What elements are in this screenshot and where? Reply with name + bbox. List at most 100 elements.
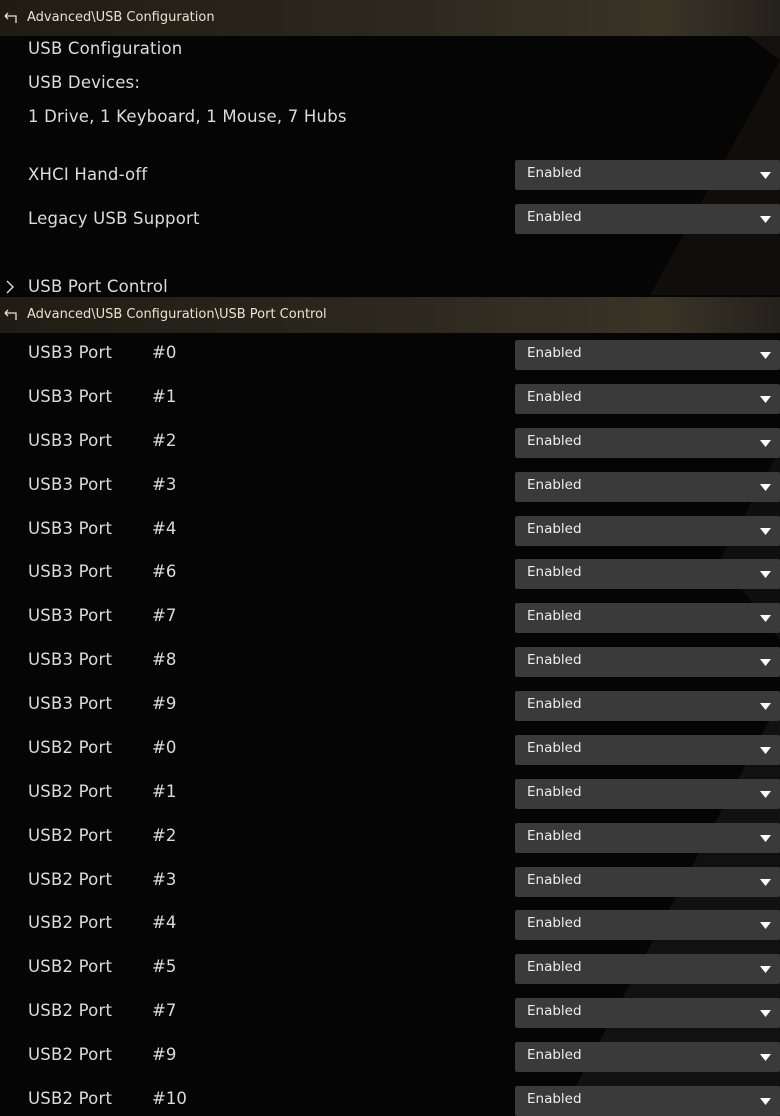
dropdown-value: Enabled bbox=[527, 564, 582, 581]
caret-down-icon bbox=[760, 659, 771, 667]
port-setting-dropdown[interactable]: Enabled bbox=[515, 647, 780, 678]
dropdown-value: Enabled bbox=[527, 871, 582, 888]
port-number-label: #5 bbox=[152, 957, 177, 977]
dropdown-value: Enabled bbox=[527, 739, 582, 756]
dropdown-value: Enabled bbox=[527, 209, 582, 225]
port-type-label: USB3 Port bbox=[28, 386, 113, 406]
port-setting-dropdown[interactable]: Enabled bbox=[515, 1042, 780, 1073]
caret-down-icon bbox=[760, 439, 771, 447]
port-setting-dropdown[interactable]: Enabled bbox=[515, 822, 780, 853]
port-number-label: #9 bbox=[152, 1045, 177, 1065]
port-number-label: #2 bbox=[152, 430, 177, 450]
port-type-label: USB2 Port bbox=[28, 825, 113, 845]
port-setting-dropdown[interactable]: Enabled bbox=[515, 866, 780, 897]
port-type-label: USB2 Port bbox=[28, 1045, 113, 1065]
caret-down-icon bbox=[760, 571, 771, 579]
caret-down-icon bbox=[760, 615, 771, 623]
port-setting-dropdown[interactable]: Enabled bbox=[515, 954, 780, 985]
port-type-label: USB2 Port bbox=[28, 957, 113, 977]
port-type-label: USB3 Port bbox=[28, 650, 113, 670]
port-number-label: #2 bbox=[152, 825, 177, 845]
legacy-usb-support-dropdown[interactable]: Enabled bbox=[515, 204, 780, 234]
dropdown-value: Enabled bbox=[527, 915, 582, 932]
port-setting-dropdown[interactable]: Enabled bbox=[515, 340, 780, 370]
breadcrumb: Advanced\USB Configuration bbox=[0, 0, 780, 36]
port-setting-dropdown[interactable]: Enabled bbox=[515, 778, 780, 809]
dropdown-value: Enabled bbox=[527, 608, 582, 625]
port-setting-dropdown[interactable]: Enabled bbox=[515, 910, 780, 941]
port-number-label: #10 bbox=[152, 1088, 187, 1108]
port-number-label: #1 bbox=[152, 781, 177, 801]
dropdown-value: Enabled bbox=[527, 1090, 582, 1107]
dropdown-value: Enabled bbox=[527, 1003, 582, 1020]
caret-down-icon bbox=[760, 1010, 771, 1018]
port-setting-dropdown[interactable]: Enabled bbox=[515, 691, 780, 722]
dropdown-value: Enabled bbox=[527, 652, 582, 669]
port-setting-dropdown[interactable]: Enabled bbox=[515, 515, 780, 546]
port-type-label: USB2 Port bbox=[28, 781, 113, 801]
caret-down-icon bbox=[760, 878, 771, 886]
usb-devices-label: USB Devices: bbox=[28, 73, 141, 92]
caret-down-icon bbox=[760, 172, 771, 179]
port-type-label: USB3 Port bbox=[28, 606, 113, 626]
caret-down-icon bbox=[760, 483, 771, 491]
port-type-label: USB3 Port bbox=[28, 430, 113, 450]
port-setting-dropdown[interactable]: Enabled bbox=[515, 383, 780, 414]
port-type-label: USB2 Port bbox=[28, 913, 113, 933]
breadcrumb: Advanced\USB Configuration\USB Port Cont… bbox=[0, 297, 780, 333]
caret-down-icon bbox=[760, 703, 771, 711]
caret-down-icon bbox=[760, 790, 771, 798]
port-setting-dropdown[interactable]: Enabled bbox=[515, 1085, 780, 1116]
setting-label-xhci-hand-off: XHCI Hand-off bbox=[28, 165, 148, 184]
back-arrow-icon[interactable] bbox=[2, 308, 18, 322]
usb-configuration-panel: Advanced\USB Configuration USB Configura… bbox=[0, 0, 780, 297]
port-number-label: #4 bbox=[152, 518, 177, 538]
port-type-label: USB3 Port bbox=[28, 474, 113, 494]
page-title: USB Configuration bbox=[28, 39, 183, 58]
breadcrumb-path: Advanced\USB Configuration\USB Port Cont… bbox=[27, 307, 327, 322]
port-setting-dropdown[interactable]: Enabled bbox=[515, 603, 780, 634]
dropdown-value: Enabled bbox=[527, 696, 582, 713]
caret-down-icon bbox=[760, 922, 771, 930]
port-setting-dropdown[interactable]: Enabled bbox=[515, 427, 780, 458]
breadcrumb-path: Advanced\USB Configuration bbox=[27, 10, 215, 25]
port-setting-dropdown[interactable]: Enabled bbox=[515, 734, 780, 765]
dropdown-value: Enabled bbox=[527, 520, 582, 537]
caret-down-icon bbox=[760, 966, 771, 974]
dropdown-value: Enabled bbox=[527, 827, 582, 844]
caret-down-icon bbox=[760, 1097, 771, 1105]
chevron-right-icon bbox=[6, 280, 14, 294]
back-arrow-icon[interactable] bbox=[2, 11, 18, 25]
caret-down-icon bbox=[760, 834, 771, 842]
port-number-label: #3 bbox=[152, 474, 177, 494]
usb-port-control-panel: Advanced\USB Configuration\USB Port Cont… bbox=[0, 297, 780, 1116]
port-type-label: USB2 Port bbox=[28, 869, 113, 889]
dropdown-value: Enabled bbox=[527, 476, 582, 493]
port-number-label: #7 bbox=[152, 606, 177, 626]
port-number-label: #7 bbox=[152, 1001, 177, 1021]
port-number-label: #3 bbox=[152, 869, 177, 889]
port-type-label: USB2 Port bbox=[28, 1001, 113, 1021]
port-setting-dropdown[interactable]: Enabled bbox=[515, 471, 780, 502]
caret-down-icon bbox=[760, 1054, 771, 1062]
caret-down-icon bbox=[760, 527, 771, 535]
port-number-label: #1 bbox=[152, 386, 177, 406]
dropdown-value: Enabled bbox=[527, 345, 582, 361]
port-type-label: USB2 Port bbox=[28, 1088, 113, 1108]
port-number-label: #6 bbox=[152, 562, 177, 582]
port-type-label: USB2 Port bbox=[28, 737, 113, 757]
port-type-label: USB3 Port bbox=[28, 562, 113, 582]
dropdown-value: Enabled bbox=[527, 388, 582, 405]
port-number-label: #0 bbox=[152, 737, 177, 757]
xhci-hand-off-dropdown[interactable]: Enabled bbox=[515, 160, 780, 190]
port-type-label: USB3 Port bbox=[28, 694, 113, 714]
port-setting-dropdown[interactable]: Enabled bbox=[515, 559, 780, 590]
caret-down-icon bbox=[760, 352, 771, 359]
port-number-label: #4 bbox=[152, 913, 177, 933]
dropdown-value: Enabled bbox=[527, 959, 582, 976]
port-number-label: #0 bbox=[152, 343, 177, 362]
dropdown-value: Enabled bbox=[527, 783, 582, 800]
dropdown-value: Enabled bbox=[527, 165, 582, 181]
port-setting-dropdown[interactable]: Enabled bbox=[515, 998, 780, 1029]
caret-down-icon bbox=[760, 746, 771, 754]
